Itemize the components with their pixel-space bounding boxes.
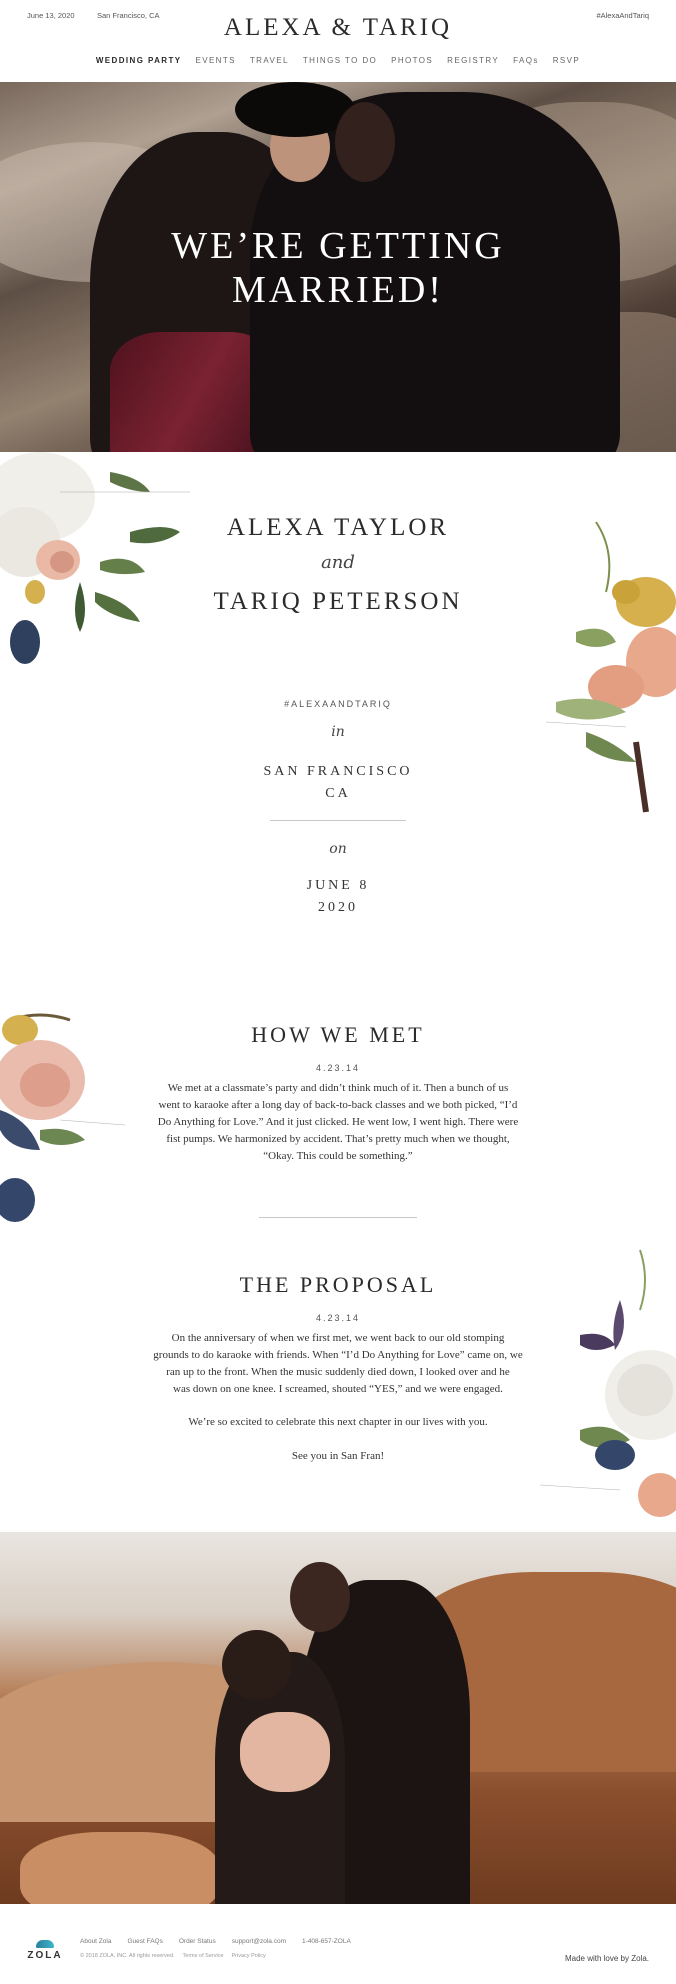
- nav-travel[interactable]: TRAVEL: [243, 56, 296, 65]
- main-nav: WEDDING PARTY EVENTS TRAVEL THINGS TO DO…: [0, 56, 676, 65]
- footer-link-guest-faqs[interactable]: Guest FAQs: [127, 1938, 162, 1945]
- made-with-love: Made with love by Zola.: [564, 1954, 649, 1963]
- proposal-story: On the anniversary of when we first met,…: [0, 1330, 676, 1398]
- footer-link-phone[interactable]: 1-408-657-ZOLA: [302, 1938, 351, 1945]
- photo-man-head: [290, 1562, 350, 1632]
- zola-logo[interactable]: ZOLA: [25, 1940, 65, 1961]
- wedding-city: SAN FRANCISCO: [263, 764, 413, 779]
- photo-hat: [222, 1630, 292, 1700]
- wedding-date-day: JUNE 8: [306, 878, 370, 893]
- footer-copyright: © 2018 ZOLA, INC. All rights reserved.: [80, 1953, 175, 1959]
- nav-wedding-party[interactable]: WEDDING PARTY: [89, 56, 189, 65]
- site-title[interactable]: ALEXA & TARIQ: [0, 14, 676, 42]
- story-line: fist pumps. We harmonized by accident. T…: [166, 1133, 510, 1145]
- in-script: in: [331, 724, 345, 740]
- proposal-title: THE PROPOSAL: [239, 1272, 437, 1297]
- hero-heading-line1: WE’RE GETTING: [171, 225, 505, 267]
- story-line: went to karaoke after a long day of back…: [158, 1099, 518, 1111]
- hero-photo: WE’RE GETTING MARRIED!: [0, 82, 676, 452]
- nav-photos[interactable]: PHOTOS: [384, 56, 440, 65]
- footer-links: About Zola Guest FAQs Order Status suppo…: [80, 1938, 351, 1945]
- couple-photo: [0, 1532, 676, 1904]
- nav-things-to-do[interactable]: THINGS TO DO: [296, 56, 384, 65]
- divider: [270, 820, 406, 821]
- hero-heading-line2: MARRIED!: [232, 269, 444, 311]
- zola-logo-icon: [36, 1940, 54, 1948]
- zola-logo-text: ZOLA: [27, 1950, 63, 1961]
- couple-section: ALEXA TAYLOR and TARIQ PETERSON #ALEXAAN…: [0, 452, 676, 982]
- how-we-met-title: HOW WE MET: [251, 1022, 425, 1047]
- story-line: was down on one knee. I screamed, shoute…: [173, 1383, 503, 1395]
- footer-privacy-link[interactable]: Privacy Policy: [232, 1953, 266, 1959]
- site-footer: ZOLA About Zola Guest FAQs Order Status …: [0, 1904, 676, 1984]
- story-line: We met at a classmate’s party and didn’t…: [167, 1082, 509, 1094]
- story-line: grounds to do karaoke with friends. When…: [153, 1349, 523, 1361]
- story-line: “Okay. This could be something.”: [263, 1150, 413, 1162]
- proposal-signoff: See you in San Fran!: [291, 1450, 385, 1462]
- footer-link-about[interactable]: About Zola: [80, 1938, 111, 1945]
- nav-faqs[interactable]: FAQs: [506, 56, 546, 65]
- footer-terms-link[interactable]: Terms of Service: [183, 1953, 224, 1959]
- wedding-date-year: 2020: [318, 900, 358, 915]
- couple-hashtag: #ALEXAANDTARIQ: [284, 699, 392, 709]
- proposal-celebrate-line: We’re so excited to celebrate this next …: [188, 1416, 488, 1428]
- wedding-state: CA: [325, 786, 351, 801]
- on-script: on: [329, 841, 347, 857]
- hero-heading: WE’RE GETTING MARRIED!: [0, 224, 676, 312]
- nav-rsvp[interactable]: RSVP: [546, 56, 587, 65]
- photo-woman-shoulders: [240, 1712, 330, 1792]
- divider: [259, 1217, 417, 1218]
- how-we-met-date: 4.23.14: [315, 1063, 361, 1073]
- nav-events[interactable]: EVENTS: [188, 56, 242, 65]
- and-script: and: [321, 552, 355, 573]
- how-we-met-story: We met at a classmate’s party and didn’t…: [0, 1080, 676, 1165]
- proposal-date: 4.23.14: [315, 1313, 361, 1323]
- footer-legal: © 2018 ZOLA, INC. All rights reserved. T…: [80, 1953, 266, 1959]
- story-line: ran up to the front. When the music sudd…: [166, 1366, 510, 1378]
- story-line: Do Anything for Love.” And it just click…: [157, 1116, 519, 1128]
- story-line: On the anniversary of when we first met,…: [171, 1332, 505, 1344]
- footer-link-support-email[interactable]: support@zola.com: [232, 1938, 286, 1945]
- nav-registry[interactable]: REGISTRY: [440, 56, 506, 65]
- site-header: June 13, 2020 San Francisco, CA #AlexaAn…: [0, 0, 676, 82]
- couple-name-1: ALEXA TAYLOR: [226, 514, 450, 541]
- footer-link-order-status[interactable]: Order Status: [179, 1938, 216, 1945]
- photo-rock: [20, 1832, 220, 1904]
- couple-name-2: TARIQ PETERSON: [213, 588, 463, 615]
